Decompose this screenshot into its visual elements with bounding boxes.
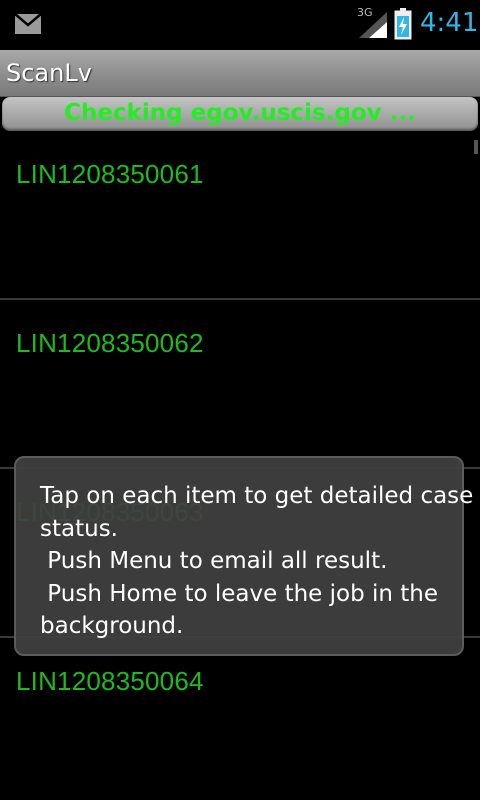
toast-line: Push Home to leave the job in the bbox=[40, 580, 439, 607]
help-toast: Tap on each item to get detailed case st… bbox=[14, 456, 474, 656]
toast-line: background. bbox=[40, 613, 184, 639]
screen: 3G 4:41 ScanLv Checking egov.uscis.gov .… bbox=[0, 0, 480, 800]
status-bar: 3G 4:41 bbox=[0, 0, 480, 50]
toast-line: status. bbox=[40, 515, 118, 542]
battery-charging-icon bbox=[394, 8, 412, 40]
app-title: ScanLv bbox=[6, 59, 92, 87]
checking-status-text: Checking egov.uscis.gov ... bbox=[64, 100, 416, 126]
mail-icon[interactable] bbox=[14, 12, 42, 36]
toast-line: Tap on each item to get detailed case bbox=[40, 483, 474, 509]
signal-icon bbox=[359, 12, 387, 38]
title-bar: ScanLv bbox=[0, 50, 480, 97]
case-id: LIN1208350062 bbox=[16, 328, 204, 358]
case-id: LIN1208350061 bbox=[16, 159, 204, 189]
scrollbar-thumb[interactable] bbox=[474, 140, 478, 154]
toast-line: Push Menu to email all result. bbox=[40, 548, 388, 574]
clock: 4:41 bbox=[420, 8, 479, 38]
case-id: LIN1208350064 bbox=[16, 666, 204, 696]
case-row[interactable]: LIN1208350064 bbox=[0, 638, 480, 800]
case-row[interactable]: LIN1208350062 bbox=[0, 300, 480, 469]
case-row[interactable]: LIN1208350061 bbox=[0, 131, 480, 300]
checking-status-bar: Checking egov.uscis.gov ... bbox=[2, 97, 478, 131]
